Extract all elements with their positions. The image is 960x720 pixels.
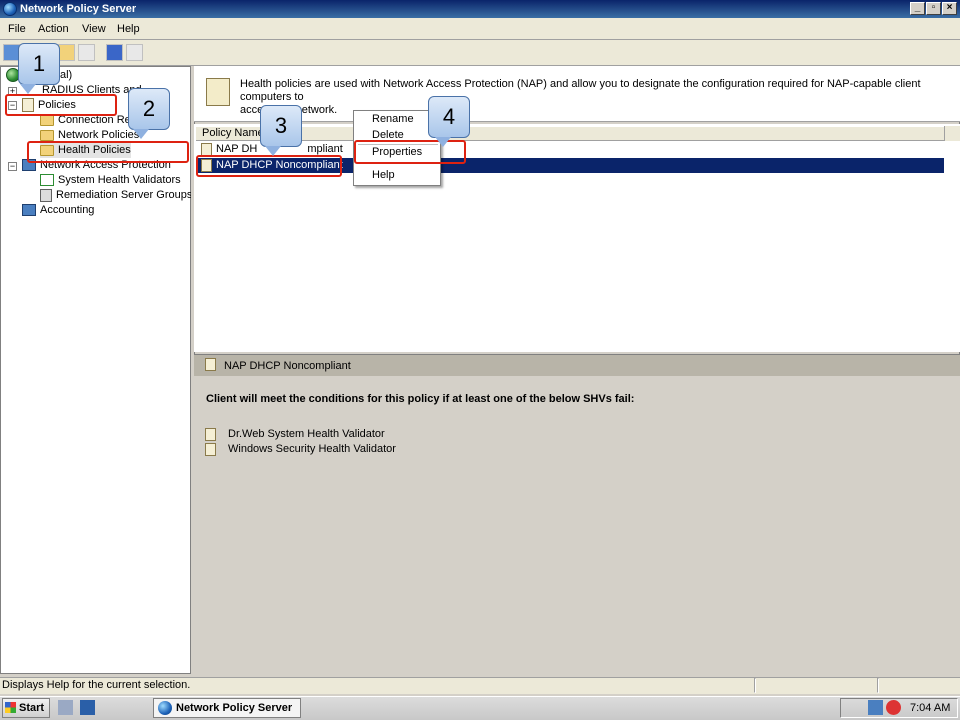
help-icon[interactable] (106, 44, 123, 61)
callout-3: 3 (260, 105, 302, 147)
restore-button[interactable]: ▫ (926, 2, 941, 15)
detail-title: NAP DHCP Noncompliant (224, 360, 351, 372)
condition-text: Client will meet the conditions for this… (206, 393, 635, 405)
action-pane-icon[interactable] (126, 44, 143, 61)
status-pane (754, 678, 756, 693)
volume-muted-icon[interactable] (886, 700, 901, 715)
callout-1: 1 (18, 43, 60, 85)
minimize-button[interactable]: _ (910, 2, 925, 15)
highlight-selected-policy (196, 155, 342, 177)
detail-pane (194, 376, 960, 674)
info-text: Health policies are used with Network Ac… (240, 78, 921, 116)
list-header (196, 126, 944, 141)
clock[interactable]: 7:04 AM (910, 702, 950, 714)
menu-bar: File Action View Help (0, 18, 960, 40)
folder-icon (40, 114, 54, 126)
shv-item-windows: Windows Security Health Validator (228, 443, 396, 455)
taskbar (0, 696, 960, 720)
window-title: Network Policy Server (20, 3, 137, 15)
windows-flag-icon (5, 702, 16, 713)
tree-item-remediation-server-groups[interactable]: Remediation Server Groups (40, 188, 192, 203)
status-text: Displays Help for the current selection. (2, 679, 191, 691)
nps-app-icon (158, 701, 172, 715)
network-icon[interactable] (868, 700, 883, 715)
close-button[interactable]: × (942, 2, 957, 15)
callout-tail (435, 137, 451, 147)
callout-4: 4 (428, 96, 470, 138)
tree-item-system-health-validators[interactable]: System Health Validators (40, 173, 181, 188)
callout-tail (20, 84, 36, 94)
callout-tail (133, 129, 149, 139)
highlight-policies (5, 94, 117, 116)
show-hide-tree-icon[interactable] (78, 44, 95, 61)
highlight-health-policies (27, 141, 189, 163)
server-manager-icon[interactable] (58, 700, 73, 715)
menu-item-help[interactable]: Help (372, 169, 395, 181)
policy-icon (205, 358, 216, 371)
menu-help[interactable]: Help (117, 23, 140, 35)
shv-icon (205, 443, 216, 456)
callout-tail (265, 146, 281, 156)
taskbar-app-button[interactable]: Network Policy Server (153, 698, 301, 718)
accounting-icon (22, 204, 36, 217)
callout-2: 2 (128, 88, 170, 130)
tree-item-accounting[interactable]: Accounting (22, 203, 94, 218)
menu-action[interactable]: Action (38, 23, 69, 35)
folder-icon[interactable] (58, 44, 75, 61)
shv-icon (205, 428, 216, 441)
health-policy-large-icon (206, 78, 230, 106)
show-desktop-icon[interactable] (80, 700, 95, 715)
shv-item-drweb: Dr.Web System Health Validator (228, 428, 385, 440)
header-scroll-spacer (944, 126, 960, 141)
menu-file[interactable]: File (8, 23, 26, 35)
menu-view[interactable]: View (82, 23, 106, 35)
server-icon (40, 188, 52, 202)
nps-app-icon (3, 2, 17, 16)
status-pane (877, 678, 879, 693)
collapse-icon[interactable]: − (8, 162, 17, 171)
title-bar: Network Policy Server _ ▫ × (0, 0, 960, 18)
toolbar (0, 40, 960, 66)
menu-item-rename[interactable]: Rename (372, 113, 414, 125)
column-header-policy-name[interactable]: Policy Name (202, 127, 264, 139)
folder-icon (40, 129, 54, 141)
validator-icon (40, 174, 54, 187)
